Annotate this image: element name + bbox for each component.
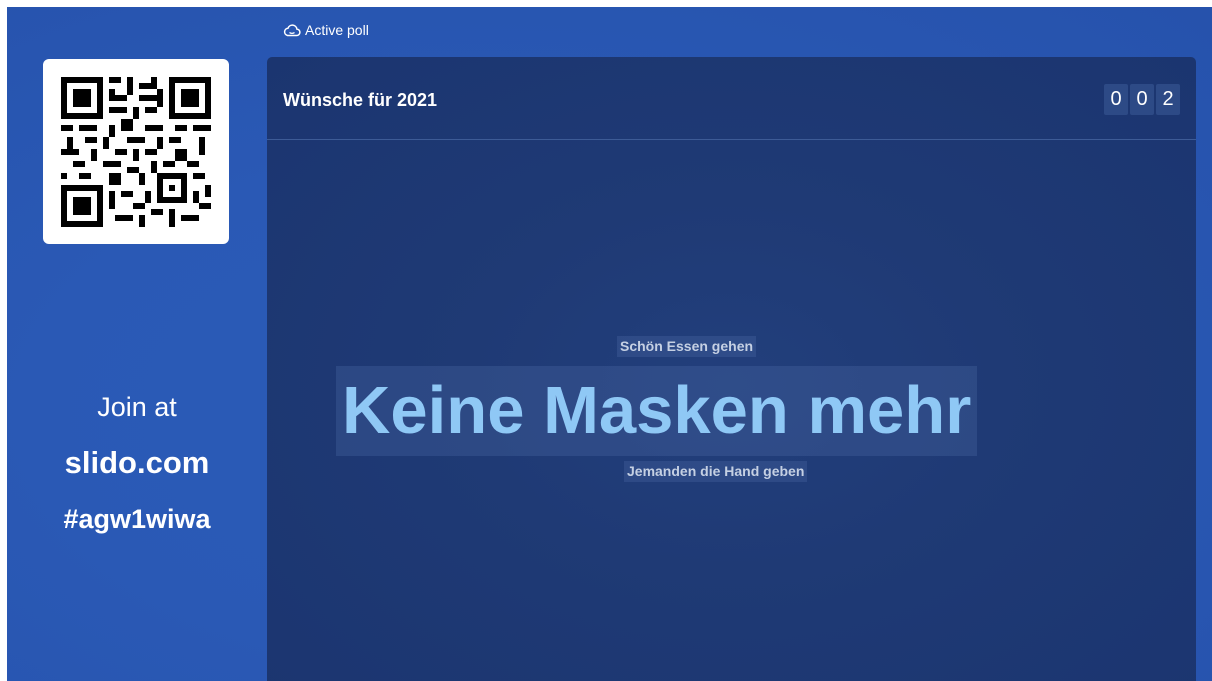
poll-panel: Wünsche für 2021 0 0 2 Schön Essen gehen… (267, 57, 1196, 681)
join-label: Join at (97, 392, 177, 422)
qr-code-card (43, 59, 229, 244)
word-cloud: Schön Essen gehen Keine Masken mehr Jema… (267, 57, 1196, 681)
word-cloud-word-top: Keine Masken mehr (336, 366, 978, 456)
join-url[interactable]: slido.com (7, 446, 267, 480)
event-code: #agw1wiwa (63, 504, 211, 534)
qr-code-icon (61, 76, 211, 227)
active-poll-indicator: Active poll (283, 21, 369, 39)
join-instructions: Join at slido.com #agw1wiwa (7, 392, 267, 534)
active-poll-label: Active poll (305, 22, 369, 38)
word-cloud-word: Schön Essen gehen (617, 336, 757, 357)
word-cloud-word: Jemanden die Hand geben (624, 461, 808, 482)
presentation-screen: Join at slido.com #agw1wiwa Active poll … (7, 7, 1212, 681)
cloud-icon (283, 24, 301, 37)
